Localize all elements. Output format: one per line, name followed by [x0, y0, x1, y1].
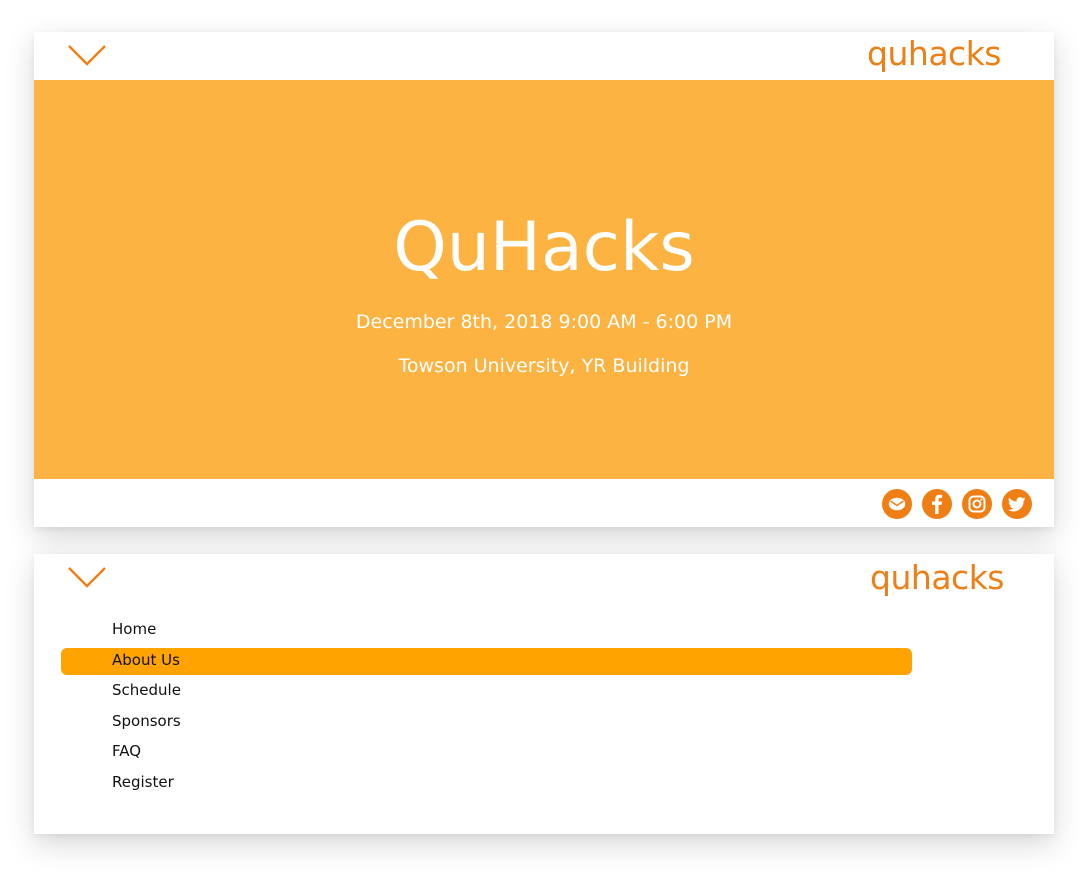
- top-bar: quhacks: [34, 554, 1054, 602]
- facebook-icon[interactable]: [922, 489, 952, 519]
- nav-item-label: Sponsors: [112, 711, 181, 730]
- event-date: December 8th, 2018 9:00 AM - 6:00 PM: [355, 311, 733, 333]
- chevron-down-icon[interactable]: [68, 44, 106, 66]
- nav-item-home[interactable]: Home: [34, 614, 1054, 645]
- nav-item-sponsors[interactable]: Sponsors: [34, 706, 1054, 737]
- nav-item-label: About Us: [112, 650, 180, 669]
- twitter-icon[interactable]: [1002, 489, 1032, 519]
- hero-banner: QuHacks December 8th, 2018 9:00 AM - 6:0…: [34, 80, 1054, 479]
- logo[interactable]: quhacks: [870, 556, 1004, 600]
- hero-title: QuHacks: [393, 208, 695, 287]
- social-links: [882, 489, 1032, 519]
- instagram-icon[interactable]: [962, 489, 992, 519]
- nav-item-faq[interactable]: FAQ: [34, 736, 1054, 767]
- nav-item-schedule[interactable]: Schedule: [34, 675, 1054, 706]
- nav-menu: Home About Us Schedule Sponsors FAQ Regi…: [34, 614, 1054, 797]
- top-bar: quhacks: [34, 32, 1054, 80]
- nav-item-label: Home: [112, 620, 157, 638]
- chevron-down-icon[interactable]: [68, 566, 106, 588]
- nav-item-label: FAQ: [112, 742, 142, 760]
- mail-icon[interactable]: [882, 489, 912, 519]
- hero-card: quhacks QuHacks December 8th, 2018 9:00 …: [34, 32, 1054, 527]
- nav-item-about-us[interactable]: About Us: [34, 645, 1054, 676]
- logo[interactable]: quhacks: [867, 32, 1001, 76]
- event-location: Towson University, YR Building: [398, 355, 690, 377]
- nav-item-register[interactable]: Register: [34, 767, 1054, 798]
- menu-card: quhacks Home About Us Schedule Sponsors …: [34, 554, 1054, 834]
- nav-item-label: Register: [112, 772, 174, 791]
- nav-item-label: Schedule: [112, 681, 181, 699]
